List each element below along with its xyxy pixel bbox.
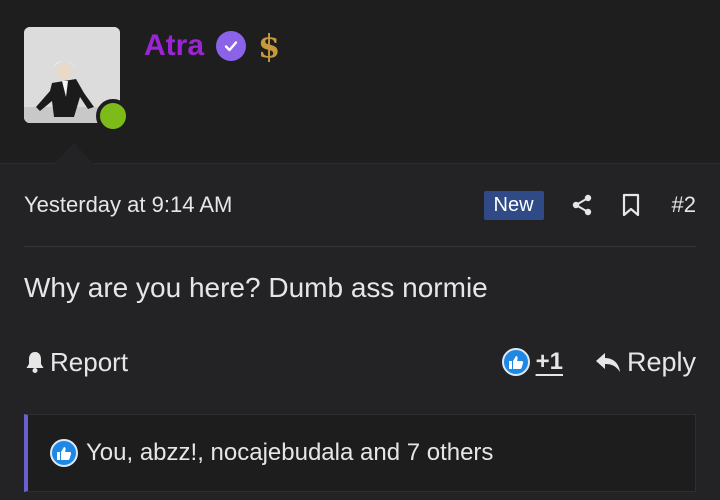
- reply-label: Reply: [626, 346, 696, 377]
- report-button[interactable]: Report: [24, 347, 128, 378]
- post-meta-actions: New #2: [483, 190, 696, 220]
- post-body: Yesterday at 9:14 AM New #2 Why are you …: [0, 164, 720, 500]
- dollar-sign-icon: $: [258, 27, 281, 65]
- verified-check-icon: [216, 31, 247, 61]
- post-actions-right: +1 Reply: [501, 347, 696, 378]
- username-row: Atra $: [144, 26, 280, 66]
- thumbs-up-icon: [50, 439, 78, 467]
- new-badge: New: [483, 190, 544, 220]
- reactions-list[interactable]: You, abzz!, nocajebudala and 7 others: [86, 439, 493, 467]
- reply-button[interactable]: Reply: [595, 347, 696, 378]
- reactions-bar[interactable]: You, abzz!, nocajebudala and 7 others: [24, 414, 696, 492]
- post-actions-row: Report +1 Reply: [24, 344, 696, 380]
- online-status-indicator: [96, 99, 130, 133]
- username-link[interactable]: Atra: [144, 29, 204, 63]
- report-label: Report: [50, 346, 129, 377]
- header-pointer: [54, 143, 94, 164]
- divider: [24, 246, 696, 247]
- post-number-link[interactable]: #2: [672, 192, 696, 218]
- bookmark-icon[interactable]: [620, 193, 642, 217]
- thumbs-up-icon[interactable]: [501, 348, 530, 376]
- like-count-link[interactable]: +1: [536, 348, 563, 376]
- reply-arrow-icon: [595, 353, 620, 372]
- share-icon[interactable]: [570, 193, 594, 217]
- user-header: Atra $: [0, 0, 720, 164]
- avatar-container[interactable]: [24, 27, 130, 133]
- post-message: Why are you here? Dumb ass normie: [24, 272, 488, 303]
- post-timestamp[interactable]: Yesterday at 9:14 AM: [24, 192, 232, 218]
- bell-icon: [26, 352, 44, 373]
- post-meta-row: Yesterday at 9:14 AM New #2: [24, 188, 696, 222]
